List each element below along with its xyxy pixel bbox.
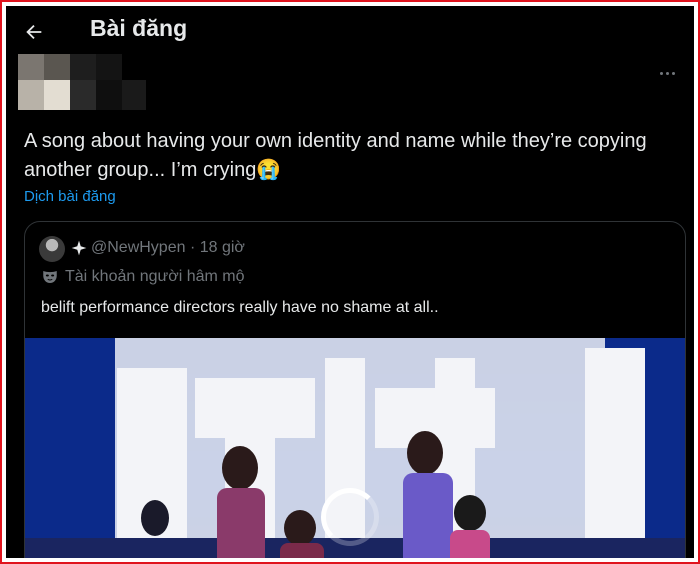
arrow-left-icon [26, 24, 42, 40]
fan-account-text: Tài khoản người hâm mộ [65, 268, 245, 285]
quoted-video[interactable] [25, 338, 685, 558]
sparkle-icon [71, 240, 87, 256]
translate-post-link[interactable]: Dịch bài đăng [24, 188, 116, 205]
post-text: A song about having your own identity an… [24, 130, 647, 181]
page-title: Bài đăng [90, 15, 188, 41]
fan-account-label: Tài khoản người hâm mộ [41, 268, 245, 286]
quoted-author-avatar[interactable] [39, 236, 65, 262]
quoted-post-text: belift performance directors really have… [41, 299, 439, 316]
post-screen: Bài đăng A song about having your own id… [6, 6, 694, 558]
screenshot-frame: Bài đăng A song about having your own id… [0, 0, 700, 564]
mask-icon [43, 271, 57, 283]
quoted-post-card[interactable]: @NewHypen · 18 giờ Tài khoản người hâm m… [24, 221, 686, 558]
top-bar: Bài đăng [6, 6, 694, 56]
loading-spinner [321, 488, 379, 546]
quoted-handle-and-time: @NewHypen · 18 giờ [91, 239, 245, 256]
more-horizontal-icon [659, 71, 663, 75]
author-avatar-blurred[interactable] [18, 54, 148, 114]
back-button[interactable] [20, 18, 48, 46]
more-options-button[interactable] [656, 66, 678, 80]
